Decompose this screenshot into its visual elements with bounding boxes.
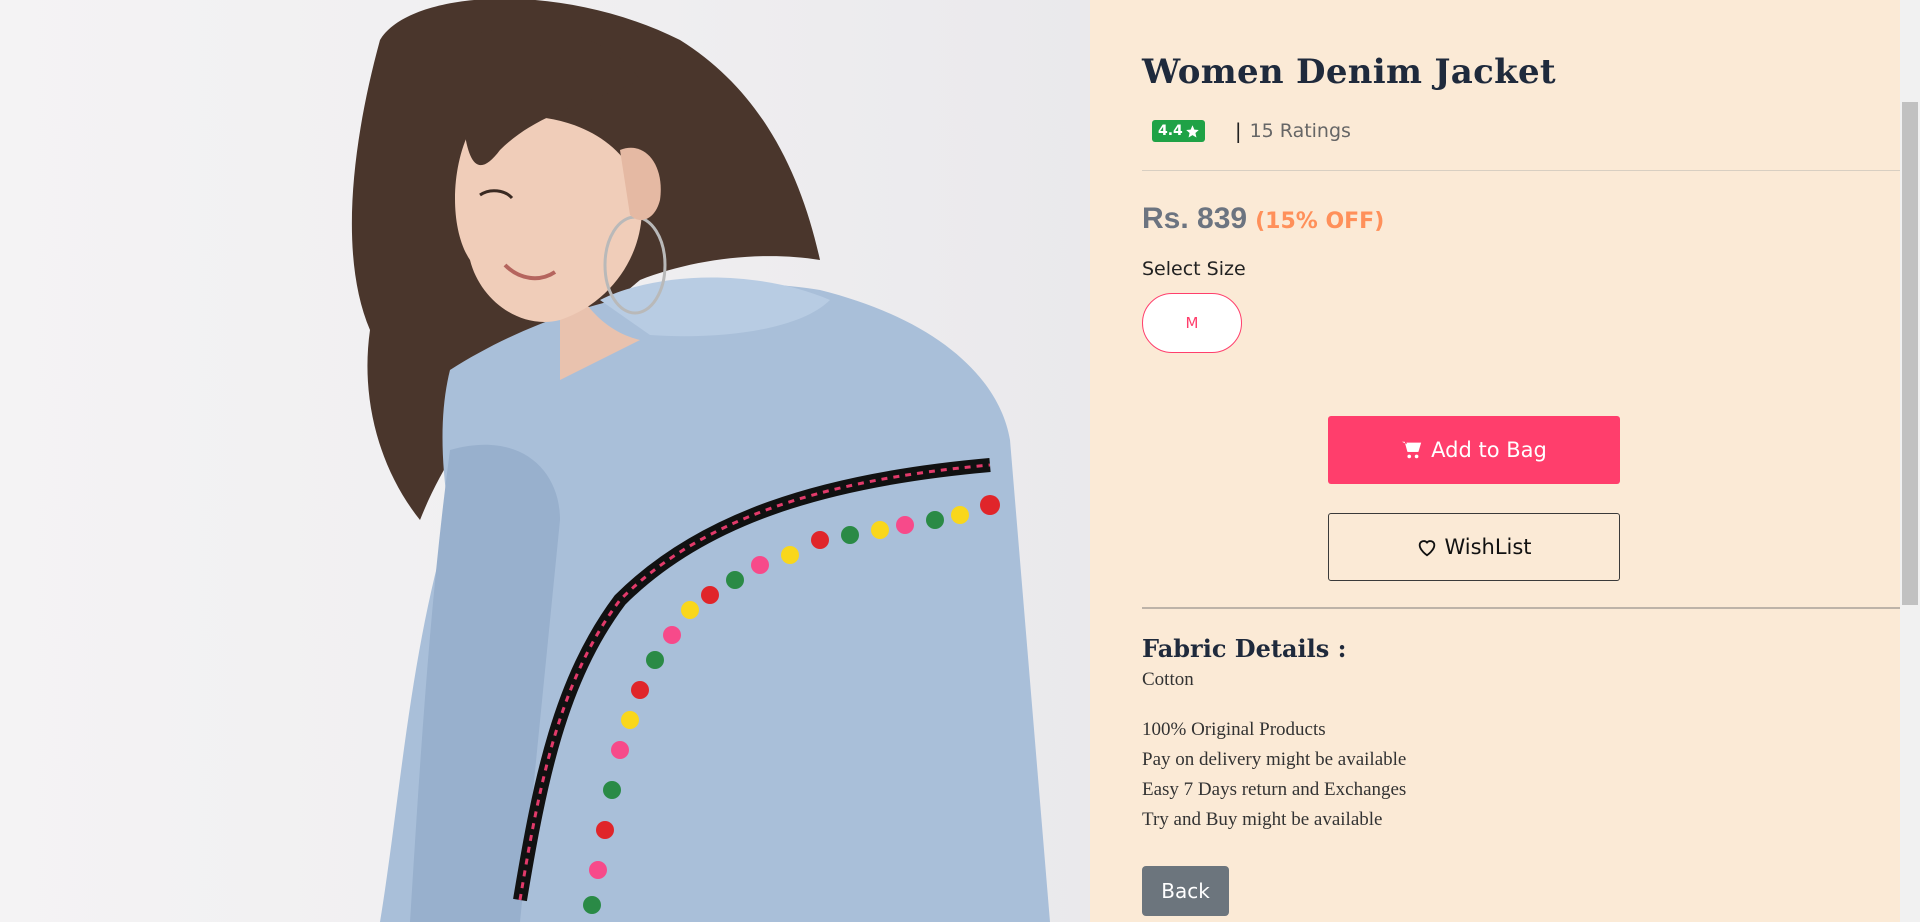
select-size-label: Select Size xyxy=(1142,258,1246,280)
wishlist-label: WishList xyxy=(1444,535,1532,559)
add-to-bag-label: Add to Bag xyxy=(1431,438,1547,462)
product-photo xyxy=(351,0,1050,922)
fabric-details-heading: Fabric Details : xyxy=(1142,634,1347,663)
star-icon xyxy=(1186,124,1199,137)
rating-row: 4.4 | 15 Ratings xyxy=(1152,119,1351,143)
divider xyxy=(1142,170,1900,171)
fabric-value: Cotton xyxy=(1142,669,1194,690)
product-title: Women Denim Jacket xyxy=(1142,52,1556,92)
feature-item: Easy 7 Days return and Exchanges xyxy=(1142,779,1407,800)
product-image xyxy=(0,0,1090,922)
feature-item: Pay on delivery might be available xyxy=(1142,749,1407,770)
feature-item: 100% Original Products xyxy=(1142,719,1326,740)
rating-separator: | xyxy=(1234,119,1242,143)
price-row: Rs. 839 (15% OFF) xyxy=(1142,202,1384,236)
back-button[interactable]: Back xyxy=(1142,866,1229,916)
ratings-count: 15 Ratings xyxy=(1249,120,1351,142)
wishlist-button[interactable]: WishList xyxy=(1328,513,1620,581)
cart-icon xyxy=(1402,441,1422,459)
price: Rs. 839 xyxy=(1142,202,1248,235)
add-to-bag-button[interactable]: Add to Bag xyxy=(1328,416,1620,484)
feature-item: Try and Buy might be available xyxy=(1142,809,1383,830)
rating-badge: 4.4 xyxy=(1152,120,1205,142)
scrollbar-thumb[interactable] xyxy=(1902,102,1918,605)
rating-value: 4.4 xyxy=(1158,123,1183,139)
heart-icon xyxy=(1419,540,1436,557)
size-option-m[interactable]: M xyxy=(1142,293,1242,353)
divider xyxy=(1142,607,1900,609)
discount-label: (15% OFF) xyxy=(1255,209,1385,234)
